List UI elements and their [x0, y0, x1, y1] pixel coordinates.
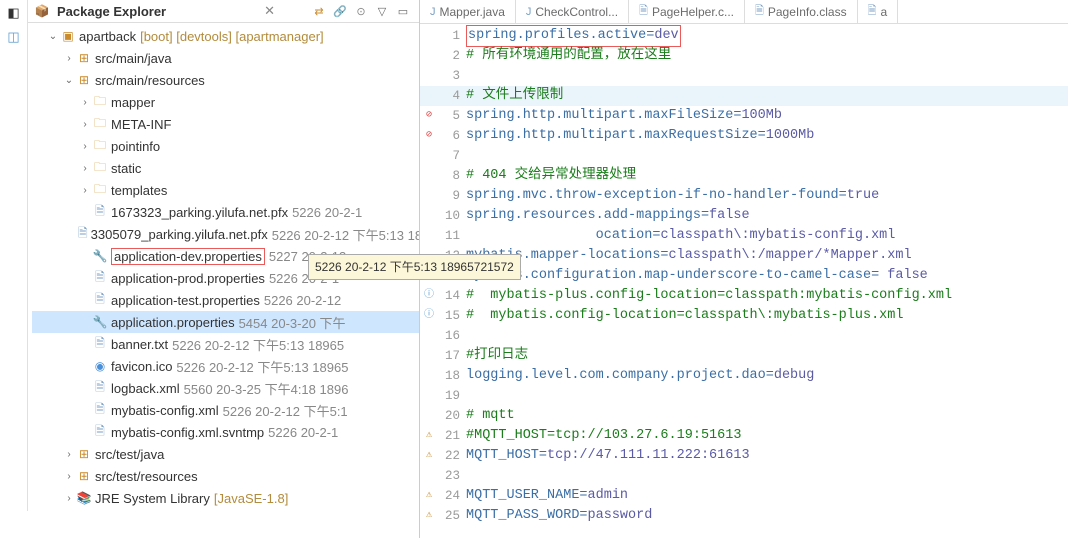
minimize-button[interactable]: ▭: [393, 2, 413, 20]
error-marker-icon[interactable]: ⊘: [420, 126, 438, 146]
jre-library[interactable]: ›📚JRE System Library[JavaSE-1.8]: [32, 487, 419, 509]
warning-marker-icon[interactable]: ⚠: [420, 506, 438, 526]
warning-marker-icon[interactable]: ⚠: [420, 426, 438, 446]
code-editor[interactable]: 5226 20-2-12 下午5:13 18965721572 1spring.…: [420, 24, 1068, 526]
src-test-java[interactable]: ›⊞src/test/java: [32, 443, 419, 465]
file-mybatis-svn[interactable]: 🗎mybatis-config.xml.svntmp5226 20-2-1: [32, 421, 419, 443]
project-root[interactable]: ⌄▣apartback[boot] [devtools] [apartmanag…: [32, 25, 419, 47]
editor-tabs: JMapper.java JCheckControl... 🗎PageHelpe…: [420, 0, 1068, 24]
file-mybatis[interactable]: 🗎mybatis-config.xml5226 20-2-12 下午5:1: [32, 399, 419, 421]
info-marker-icon[interactable]: ⓘ: [420, 286, 438, 306]
file-app-test[interactable]: 🗎application-test.properties5226 20-2-12: [32, 289, 419, 311]
folder-metainf[interactable]: ›🗀META-INF: [32, 113, 419, 135]
src-main-resources[interactable]: ⌄⊞src/main/resources: [32, 69, 419, 91]
file-icon: 🗎: [868, 2, 877, 21]
tab-pagehelper[interactable]: 🗎PageHelper.c...: [629, 0, 745, 23]
error-marker-icon[interactable]: ⊘: [420, 106, 438, 126]
explorer-title: Package Explorer: [57, 4, 260, 19]
class-file-icon: 🗎: [639, 2, 648, 21]
file-banner[interactable]: 🗎banner.txt5226 20-2-12 下午5:13 18965: [32, 333, 419, 355]
file-logback[interactable]: 🗎logback.xml5560 20-3-25 下午4:18 1896: [32, 377, 419, 399]
file-tooltip: 5226 20-2-12 下午5:13 18965721572: [308, 254, 521, 280]
tab-mapper[interactable]: JMapper.java: [420, 0, 516, 23]
folder-static[interactable]: ›🗀static: [32, 157, 419, 179]
link-button[interactable]: 🔗: [330, 2, 350, 20]
tab-extra[interactable]: 🗎a: [858, 0, 899, 23]
folder-mapper[interactable]: ›🗀mapper: [32, 91, 419, 113]
java-file-icon: J: [526, 6, 532, 18]
file-pfx2[interactable]: 🗎3305079_parking.yilufa.net.pfx5226 20-2…: [32, 223, 419, 245]
file-favicon[interactable]: ◉favicon.ico5226 20-2-12 下午5:13 18965: [32, 355, 419, 377]
warning-marker-icon[interactable]: ⚠: [420, 446, 438, 466]
src-test-resources[interactable]: ›⊞src/test/resources: [32, 465, 419, 487]
focus-button[interactable]: ⊙: [351, 2, 371, 20]
warning-marker-icon[interactable]: ⚠: [420, 486, 438, 506]
folder-pointinfo[interactable]: ›🗀pointinfo: [32, 135, 419, 157]
package-icon: 📦: [34, 3, 50, 19]
tab-checkcontrol[interactable]: JCheckControl...: [516, 0, 629, 23]
info-marker-icon[interactable]: ⓘ: [420, 306, 438, 326]
menu-button[interactable]: ▽: [372, 2, 392, 20]
file-pfx1[interactable]: 🗎1673323_parking.yilufa.net.pfx5226 20-2…: [32, 201, 419, 223]
class-file-icon: 🗎: [755, 2, 764, 21]
folder-templates[interactable]: ›🗀templates: [32, 179, 419, 201]
tab-close-icon[interactable]: ✕: [264, 3, 275, 19]
collapse-button[interactable]: ⇄: [309, 2, 329, 20]
src-main-java[interactable]: ›⊞src/main/java: [32, 47, 419, 69]
toolbar-icon-2[interactable]: ◫: [5, 28, 23, 46]
file-app-props[interactable]: 🔧application.properties5454 20-3-20 下午: [32, 311, 419, 333]
tab-pageinfo[interactable]: 🗎PageInfo.class: [745, 0, 858, 23]
java-file-icon: J: [430, 6, 436, 18]
toolbar-icon-1[interactable]: ◧: [5, 4, 23, 22]
